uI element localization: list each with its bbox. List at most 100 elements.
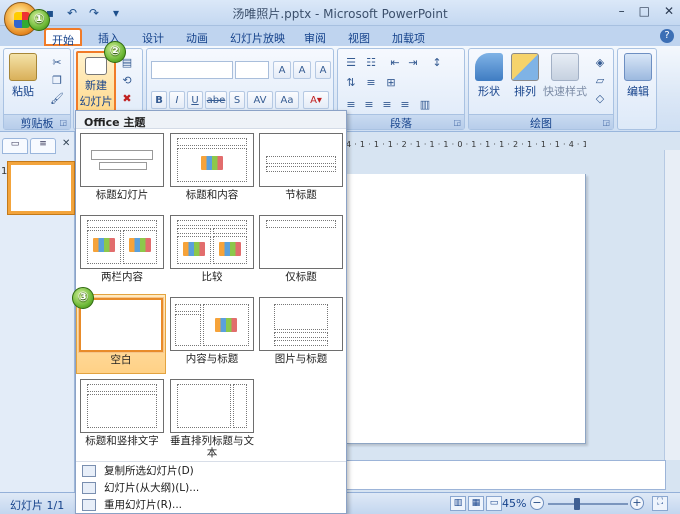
copy-icon[interactable]: ❐ bbox=[50, 73, 64, 87]
cut-icon[interactable]: ✂ bbox=[50, 55, 64, 69]
tab-slides-view[interactable]: ▭ bbox=[2, 138, 28, 154]
layout-section-header[interactable]: 节标题 bbox=[258, 133, 344, 201]
fit-window-button[interactable]: ⛶ bbox=[652, 496, 668, 511]
duplicate-slides-item[interactable]: 复制所选幻灯片(D) bbox=[76, 462, 346, 479]
notes-pane[interactable] bbox=[346, 460, 666, 490]
outline-icon bbox=[82, 481, 96, 494]
shadow-button[interactable]: S bbox=[229, 91, 245, 109]
strikethrough-button[interactable]: abe bbox=[205, 91, 227, 109]
new-slide-label: 新建 bbox=[85, 79, 107, 92]
grow-font-button[interactable]: A bbox=[273, 61, 291, 79]
underline-button[interactable]: U bbox=[187, 91, 203, 109]
tab-review[interactable]: 审阅 bbox=[298, 28, 332, 46]
layout-content-caption[interactable]: 内容与标题 bbox=[169, 297, 255, 365]
layout-title-vertical-text[interactable]: 标题和竖排文字 bbox=[79, 379, 165, 447]
tab-design[interactable]: 设计 bbox=[136, 28, 170, 46]
layout-thumb bbox=[80, 133, 164, 187]
align-center-icon[interactable]: ≡ bbox=[362, 97, 376, 111]
minimize-button[interactable]: – bbox=[619, 4, 625, 18]
decrease-indent-icon[interactable]: ⇤ bbox=[388, 55, 402, 69]
quick-access-toolbar: ▪ ↶ ↷ ▾ bbox=[42, 4, 124, 22]
tab-home[interactable]: 开始 bbox=[44, 28, 82, 47]
undo-icon[interactable]: ↶ bbox=[64, 5, 80, 21]
drawing-launcher-icon[interactable]: ◲ bbox=[602, 118, 610, 127]
italic-button[interactable]: I bbox=[169, 91, 185, 109]
tab-outline-view[interactable]: ≡ bbox=[30, 138, 56, 154]
sorter-view-button[interactable]: ▦ bbox=[468, 496, 484, 511]
shapes-label: 形状 bbox=[478, 85, 500, 98]
editing-button[interactable]: 编辑 bbox=[622, 53, 654, 99]
layout-thumb bbox=[80, 215, 164, 269]
maximize-button[interactable]: □ bbox=[639, 4, 650, 18]
slide-canvas[interactable] bbox=[346, 174, 586, 444]
tab-animation[interactable]: 动画 bbox=[180, 28, 214, 46]
redo-icon[interactable]: ↷ bbox=[86, 5, 102, 21]
text-direction-icon[interactable]: ⇅ bbox=[344, 75, 358, 89]
tab-addins[interactable]: 加载项 bbox=[386, 28, 431, 46]
layout-label: 空白 bbox=[110, 354, 132, 366]
align-text-icon[interactable]: ≡ bbox=[364, 75, 378, 89]
justify-icon[interactable]: ≡ bbox=[398, 97, 412, 111]
reuse-slides-item[interactable]: 重用幻灯片(R)... bbox=[76, 496, 346, 513]
shape-effects-icon[interactable]: ◇ bbox=[593, 91, 607, 105]
layout-title-only[interactable]: 仅标题 bbox=[258, 215, 344, 283]
increase-indent-icon[interactable]: ⇥ bbox=[406, 55, 420, 69]
font-color-button[interactable]: A▾ bbox=[303, 91, 329, 109]
quick-styles-label: 快速样式 bbox=[543, 85, 587, 98]
tab-slideshow[interactable]: 幻灯片放映 bbox=[224, 28, 291, 46]
shape-outline-icon[interactable]: ▱ bbox=[593, 73, 607, 87]
customize-qat-icon[interactable]: ▾ bbox=[108, 5, 124, 21]
line-spacing-icon[interactable]: ↕ bbox=[430, 55, 444, 69]
slide-thumbnail[interactable] bbox=[7, 161, 75, 215]
layout-title-slide[interactable]: 标题幻灯片 bbox=[79, 133, 165, 201]
title-bar: ▪ ↶ ↷ ▾ 汤唯照片.pptx - Microsoft PowerPoint… bbox=[0, 0, 680, 26]
layout-vertical-title-text[interactable]: 垂直排列标题与文本 bbox=[169, 379, 255, 459]
align-right-icon[interactable]: ≡ bbox=[380, 97, 394, 111]
font-size-field[interactable] bbox=[235, 61, 269, 79]
zoom-out-button[interactable]: − bbox=[530, 496, 544, 510]
char-spacing-button[interactable]: AV bbox=[247, 91, 273, 109]
format-painter-icon[interactable]: 🖌 bbox=[50, 91, 64, 105]
normal-view-button[interactable]: ▥ bbox=[450, 496, 466, 511]
paragraph-group-label: 段落 bbox=[338, 114, 464, 130]
layout-two-content[interactable]: 两栏内容 bbox=[79, 215, 165, 283]
reset-icon[interactable]: ⟲ bbox=[120, 73, 134, 87]
numbering-icon[interactable]: ☷ bbox=[364, 55, 378, 69]
shrink-font-button[interactable]: A bbox=[293, 61, 311, 79]
quick-styles-button[interactable]: 快速样式 bbox=[543, 53, 587, 99]
help-icon[interactable]: ? bbox=[660, 29, 674, 43]
slideshow-view-button[interactable]: ▭ bbox=[486, 496, 502, 511]
shapes-button[interactable]: 形状 bbox=[473, 53, 505, 99]
pane-close-icon[interactable]: ✕ bbox=[62, 138, 70, 149]
close-button[interactable]: ✕ bbox=[664, 4, 674, 18]
shape-fill-icon[interactable]: ◈ bbox=[593, 55, 607, 69]
delete-slide-icon[interactable]: ✖ bbox=[120, 91, 134, 105]
layout-thumb bbox=[170, 379, 254, 433]
zoom-slider-thumb[interactable] bbox=[574, 498, 580, 510]
smartart-icon[interactable]: ⊞ bbox=[384, 75, 398, 89]
layout-picture-caption[interactable]: 图片与标题 bbox=[258, 297, 344, 365]
layout-label: 标题和内容 bbox=[185, 189, 239, 201]
align-left-icon[interactable]: ≡ bbox=[344, 97, 358, 111]
tab-view[interactable]: 视图 bbox=[342, 28, 376, 46]
zoom-slider[interactable] bbox=[548, 503, 628, 505]
clipboard-launcher-icon[interactable]: ◲ bbox=[59, 118, 67, 127]
zoom-in-button[interactable]: + bbox=[630, 496, 644, 510]
zoom-level[interactable]: 45% bbox=[502, 497, 526, 510]
change-case-button[interactable]: Aa bbox=[275, 91, 299, 109]
paragraph-launcher-icon[interactable]: ◲ bbox=[453, 118, 461, 127]
layout-comparison[interactable]: 比较 bbox=[169, 215, 255, 283]
bullets-icon[interactable]: ☰ bbox=[344, 55, 358, 69]
columns-icon[interactable]: ▥ bbox=[418, 97, 432, 111]
arrange-button[interactable]: 排列 bbox=[509, 53, 541, 99]
clear-format-button[interactable]: A bbox=[315, 61, 331, 79]
vertical-scrollbar[interactable] bbox=[664, 150, 680, 460]
step-marker-2: ② bbox=[104, 41, 126, 63]
new-slide-gallery: Office 主题 标题幻灯片 标题和内容 节标题 两栏内容 比较 仅标题 空白… bbox=[75, 110, 347, 514]
slides-from-outline-item[interactable]: 幻灯片(从大纲)(L)... bbox=[76, 479, 346, 496]
layout-title-content[interactable]: 标题和内容 bbox=[169, 133, 255, 201]
duplicate-slide-icon bbox=[82, 464, 96, 477]
font-name-field[interactable] bbox=[151, 61, 233, 79]
paste-button[interactable]: 粘贴 bbox=[8, 53, 38, 99]
bold-button[interactable]: B bbox=[151, 91, 167, 109]
